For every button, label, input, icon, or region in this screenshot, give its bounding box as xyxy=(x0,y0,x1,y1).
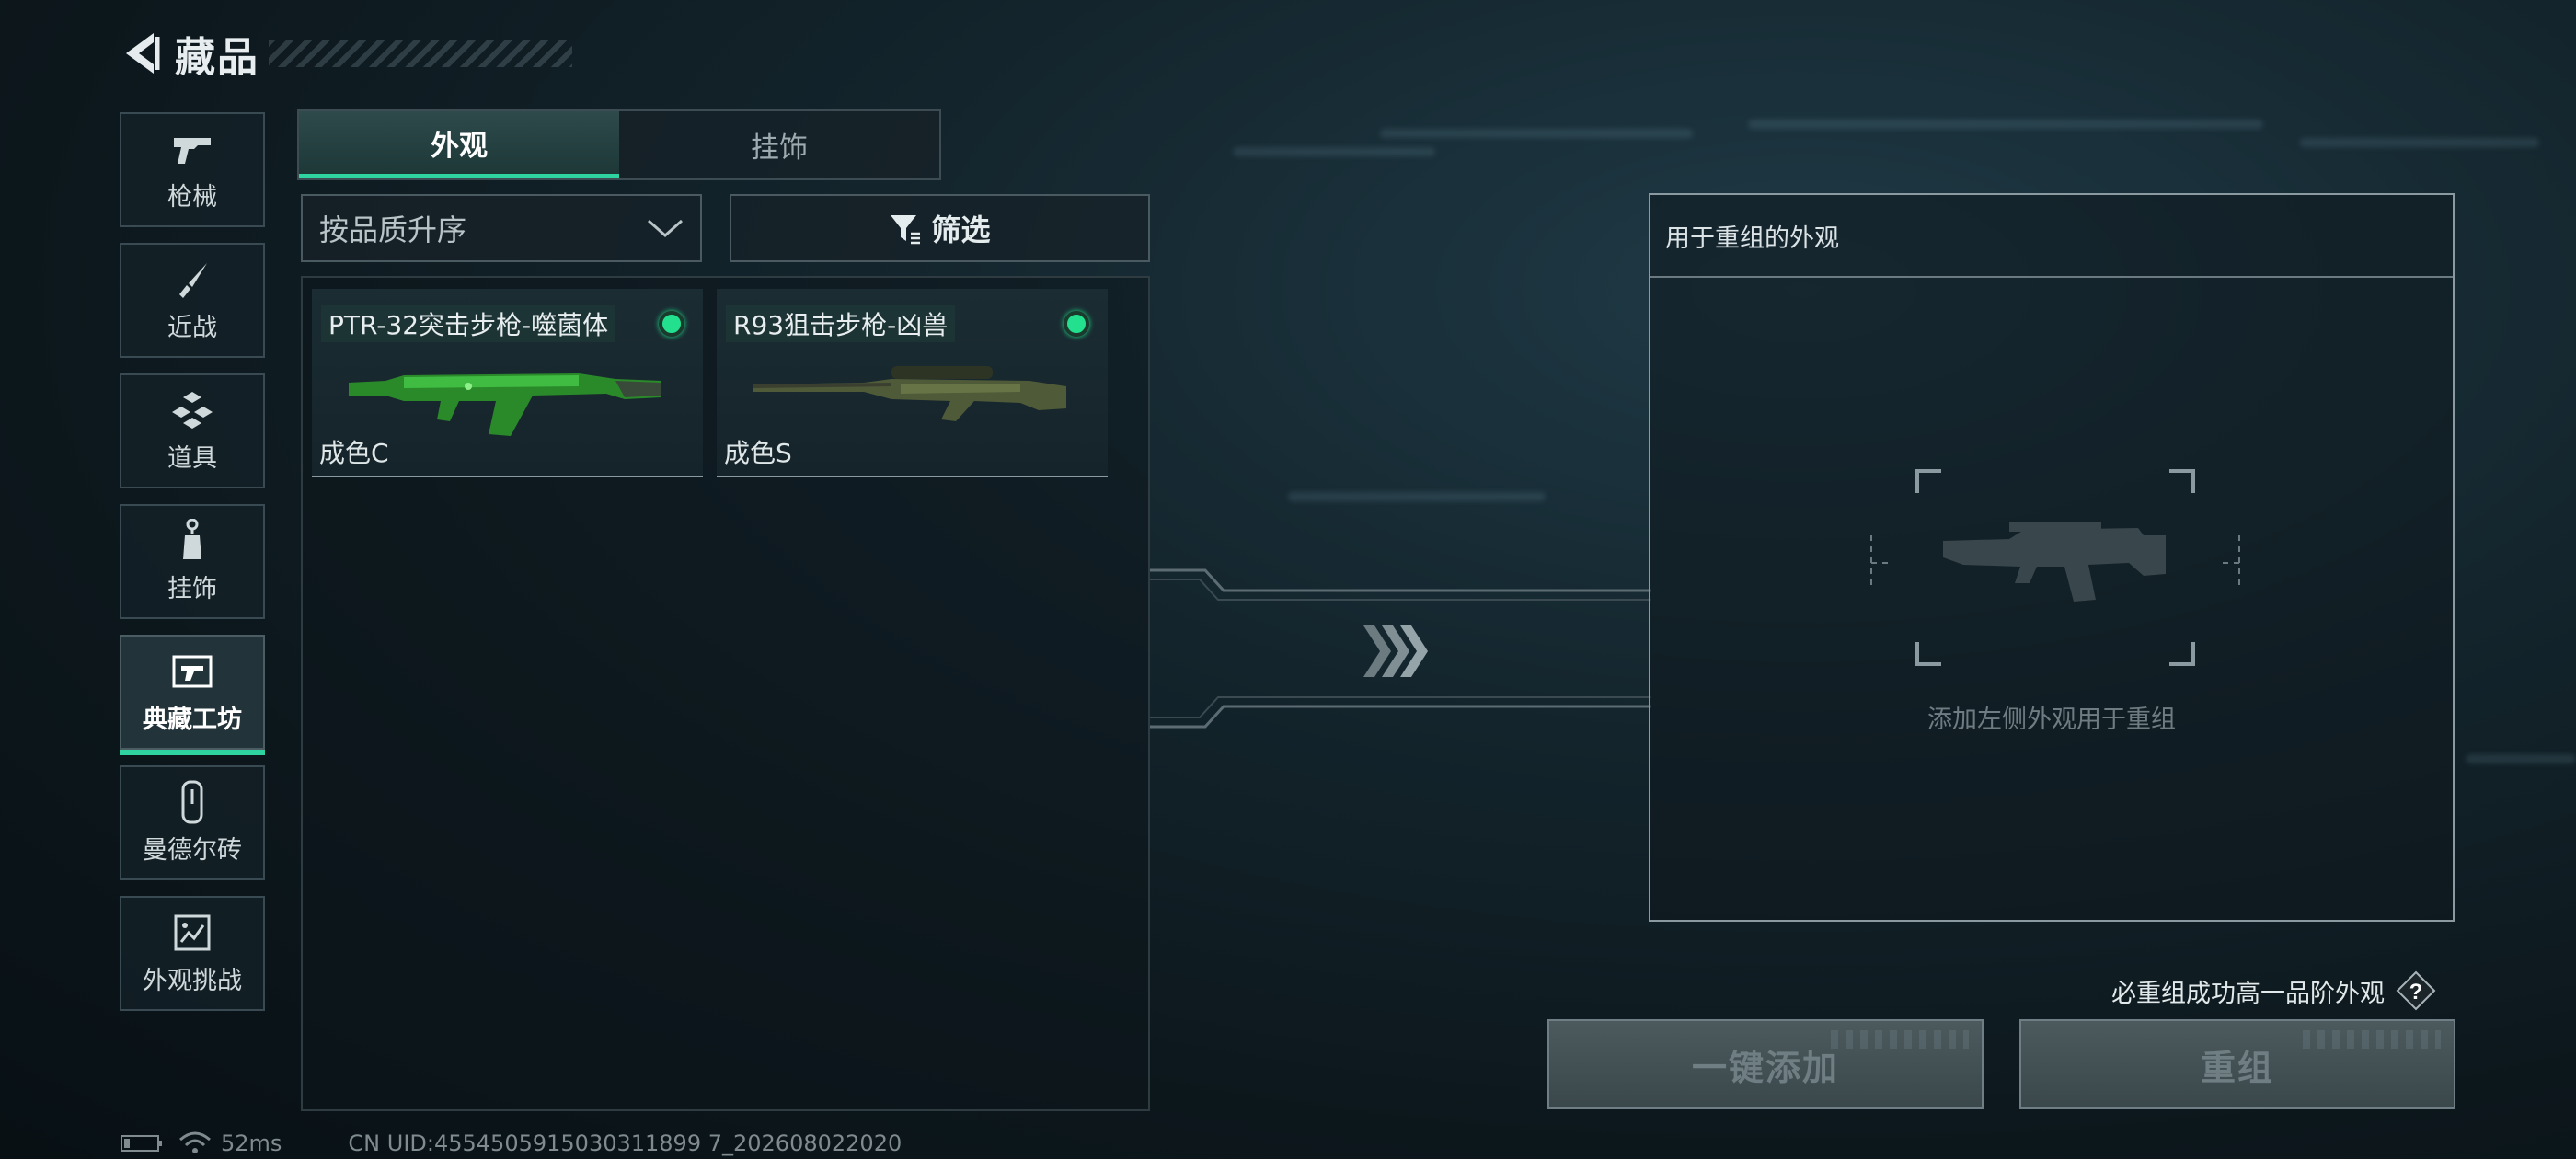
back-arrow-icon xyxy=(126,33,160,74)
recompose-hint: 添加左侧外观用于重组 xyxy=(1927,706,2176,734)
add-all-label: 一键添加 xyxy=(1691,1047,1839,1088)
recompose-label: 重组 xyxy=(2200,1047,2274,1088)
header: 藏品 xyxy=(120,26,572,81)
cubes-icon xyxy=(170,388,214,432)
knife-icon xyxy=(170,258,214,302)
tab-bar: 外观 挂饰 xyxy=(297,109,941,180)
help-icon[interactable]: ? xyxy=(2396,970,2436,1011)
chevron-right-icon xyxy=(1363,625,1428,677)
challenge-icon xyxy=(170,911,214,955)
item-grid: PTR-32突击步枪-噬菌体 成色C R93狙击步枪-凶兽 成色S xyxy=(301,276,1150,1111)
charm-icon xyxy=(170,519,214,563)
empty-slot-placeholder[interactable] xyxy=(1779,462,2331,692)
item-quality: 成色C xyxy=(319,438,389,468)
battery-icon xyxy=(121,1135,162,1152)
category-mandel-brick[interactable]: 曼德尔砖 xyxy=(120,765,265,880)
category-collection-workshop[interactable]: 典藏工坊 xyxy=(120,635,265,755)
tab-charms[interactable]: 挂饰 xyxy=(619,111,939,178)
background-streak xyxy=(1380,129,1693,138)
status-bar: 52ms CN UID:4554505915030311899 7_202608… xyxy=(120,1130,902,1157)
workshop-icon xyxy=(170,649,214,694)
sort-dropdown[interactable]: 按品质升序 xyxy=(301,194,702,262)
page-title: 藏品 xyxy=(175,34,259,81)
item-card[interactable]: PTR-32突击步枪-噬菌体 成色C xyxy=(312,289,703,477)
button-decoration xyxy=(1831,1030,1969,1049)
category-melee[interactable]: 近战 xyxy=(120,243,265,358)
category-guns[interactable]: 枪械 xyxy=(120,112,265,227)
equipped-indicator xyxy=(1064,311,1089,337)
tab-skins[interactable]: 外观 xyxy=(299,111,619,178)
category-label: 曼德尔砖 xyxy=(143,836,242,865)
category-label: 挂饰 xyxy=(167,575,217,603)
assault-rifle-icon xyxy=(349,373,661,436)
item-name: R93狙击步枪-凶兽 xyxy=(726,305,956,342)
filter-icon xyxy=(891,215,921,245)
background-streak xyxy=(1233,147,1435,156)
chevron-down-icon xyxy=(648,219,683,238)
add-all-button[interactable]: 一键添加 xyxy=(1547,1019,1984,1109)
category-skin-challenge[interactable]: 外观挑战 xyxy=(120,896,265,1011)
category-label: 外观挑战 xyxy=(143,967,242,995)
guarantee-info: 必重组成功高一品阶外观 ? xyxy=(2111,970,2436,1011)
button-decoration xyxy=(2303,1030,2441,1049)
brick-icon xyxy=(170,780,214,824)
guarantee-text: 必重组成功高一品阶外观 xyxy=(2111,979,2385,1008)
sort-value: 按品质升序 xyxy=(319,212,467,247)
item-card[interactable]: R93狙击步枪-凶兽 成色S xyxy=(717,289,1108,477)
item-quality: 成色S xyxy=(724,438,792,468)
category-label: 枪械 xyxy=(167,183,217,212)
recompose-panel-title: 用于重组的外观 xyxy=(1650,195,2453,278)
background-streak xyxy=(2300,138,2539,147)
recompose-button[interactable]: 重组 xyxy=(2019,1019,2455,1109)
category-label: 典藏工坊 xyxy=(143,706,242,734)
pistol-icon xyxy=(170,127,214,171)
category-label: 近战 xyxy=(167,314,217,342)
title-decoration xyxy=(269,40,572,67)
category-charms[interactable]: 挂饰 xyxy=(120,504,265,619)
equipped-indicator xyxy=(659,311,684,337)
filter-label: 筛选 xyxy=(931,212,991,247)
background-streak xyxy=(1288,492,1546,501)
ping-value: 52ms xyxy=(221,1130,282,1156)
item-name: PTR-32突击步枪-噬菌体 xyxy=(321,305,616,342)
background-streak xyxy=(2466,754,2576,763)
category-label: 道具 xyxy=(167,444,217,473)
category-props[interactable]: 道具 xyxy=(120,373,265,488)
sniper-rifle-icon xyxy=(753,366,1066,421)
uid-text: CN UID:4554505915030311899 7_20260802202… xyxy=(348,1130,903,1156)
filter-button[interactable]: 筛选 xyxy=(730,194,1150,262)
recompose-panel: 用于重组的外观 添加左侧外观用于重组 xyxy=(1649,193,2455,922)
back-button[interactable] xyxy=(120,28,164,79)
background-streak xyxy=(1748,120,2263,129)
rifle-silhouette-icon xyxy=(1943,522,2166,602)
svg-text:?: ? xyxy=(2409,980,2423,1004)
wifi-icon xyxy=(179,1131,211,1153)
category-nav: 枪械 近战 道具 挂饰 典藏工坊 曼德尔砖 外观挑战 xyxy=(120,112,265,1027)
transfer-connector xyxy=(1150,568,1651,729)
